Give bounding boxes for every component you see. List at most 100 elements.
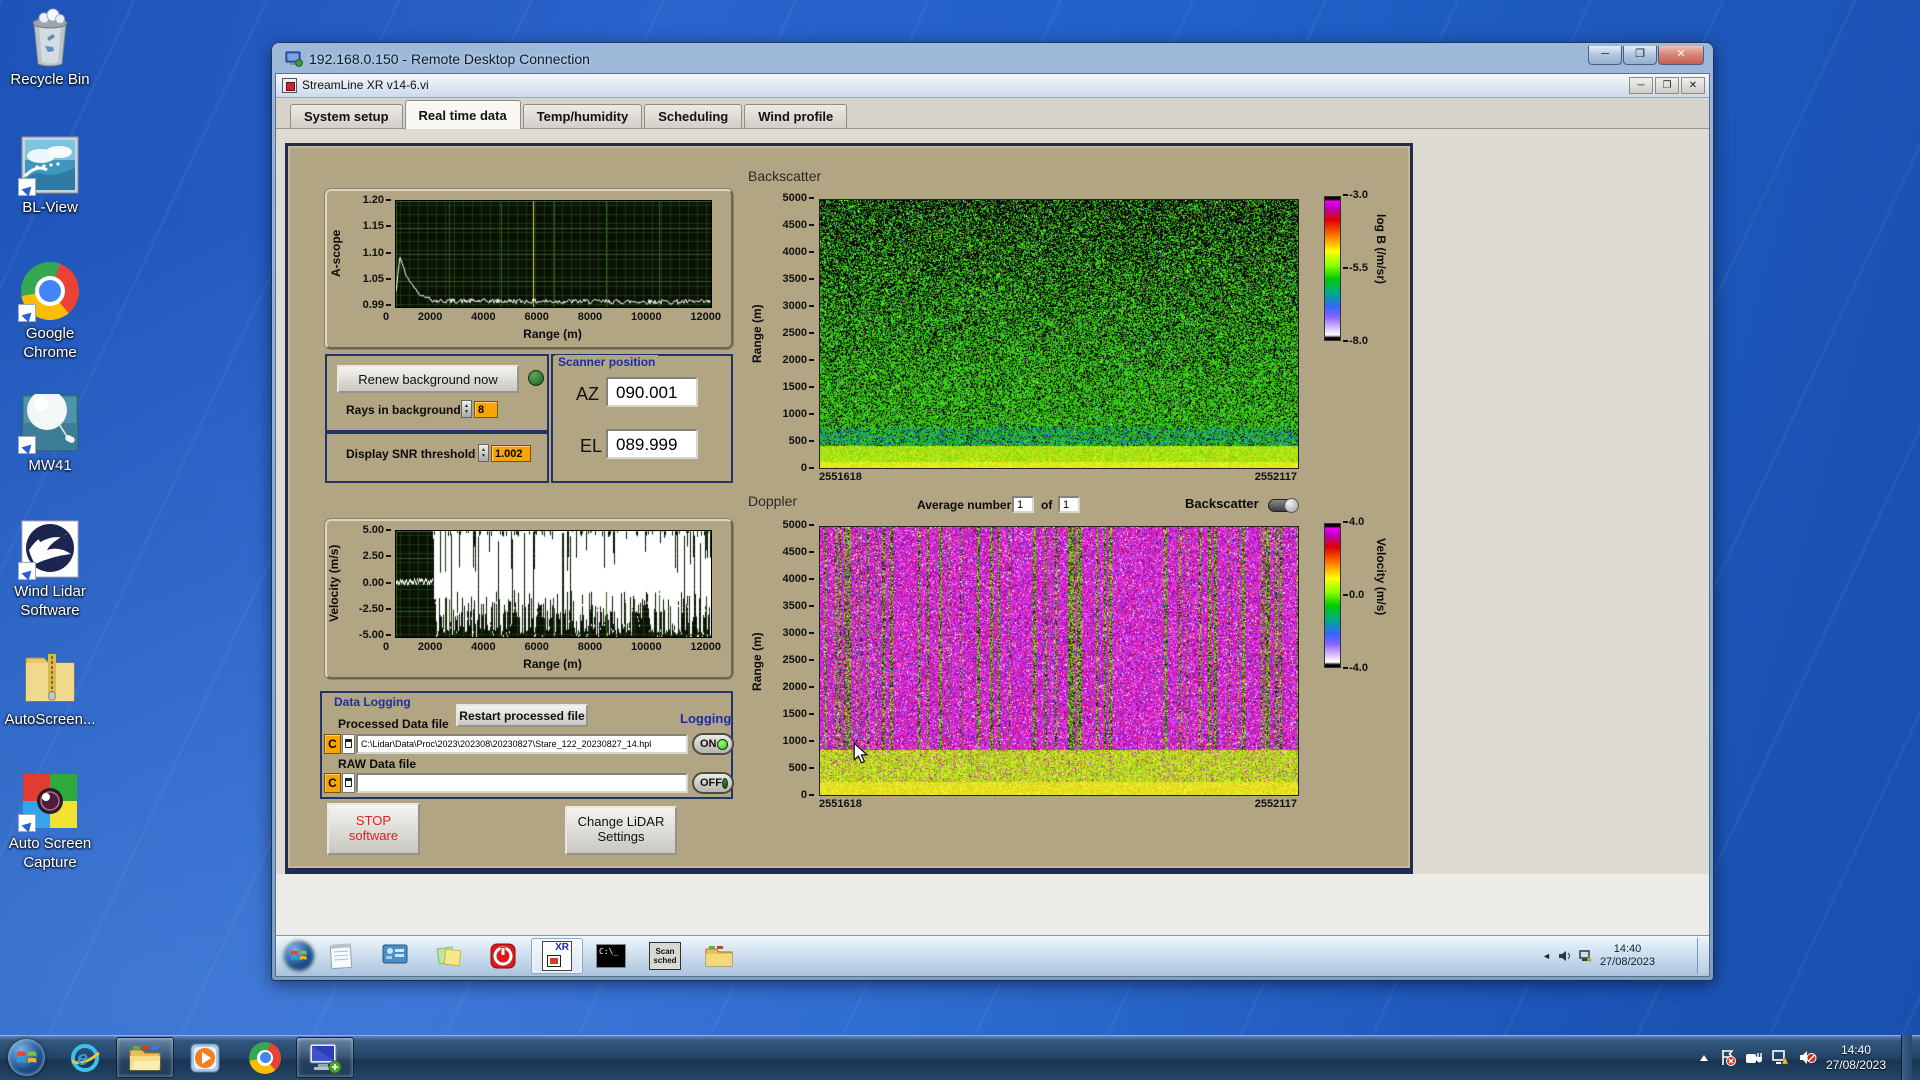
desktop-icon-label: MW41 <box>28 457 72 474</box>
desktop-icon-bl-view[interactable]: BL-View <box>0 136 100 217</box>
restart-processed-file-button[interactable]: Restart processed file <box>456 704 588 727</box>
snr-threshold-label: Display SNR threshold <box>346 447 476 461</box>
tab-system-setup[interactable]: System setup <box>290 104 403 128</box>
remote-session: StreamLine XR v14-6.vi ─ ❐ ✕ System setu… <box>275 73 1710 977</box>
session-taskbar-stop-app[interactable] <box>477 938 529 974</box>
session-taskbar-sticky-notes[interactable] <box>423 938 475 974</box>
desktop-icon-autoscreen-zip[interactable]: AutoScreen... <box>0 648 100 729</box>
desktop-icon-google-chrome[interactable]: Google Chrome <box>0 262 100 362</box>
snr-spinner[interactable]: ▲ ▼ <box>478 444 489 462</box>
raw-logging-off-button[interactable]: OFF <box>692 772 734 794</box>
processed-drive-button[interactable]: C <box>324 734 341 754</box>
tab-real-time-data[interactable]: Real time data <box>404 100 521 129</box>
session-show-desktop-button[interactable] <box>1697 938 1709 974</box>
tab-scheduling[interactable]: Scheduling <box>644 104 743 128</box>
volume-muted-icon[interactable] <box>1799 1050 1817 1066</box>
desktop-icon-recycle-bin[interactable]: Recycle Bin <box>0 8 100 89</box>
path-browse-icon[interactable] <box>342 773 355 793</box>
snr-threshold-value[interactable]: 1.002 <box>491 445 531 462</box>
taskbar-chrome[interactable] <box>236 1037 294 1078</box>
backscatter-title: Backscatter <box>748 168 822 184</box>
action-center-flag-icon[interactable] <box>1719 1049 1736 1066</box>
panel-lower-area <box>276 874 1709 935</box>
taskbar-media-player[interactable] <box>176 1037 234 1078</box>
session-tray-expand-icon[interactable]: ◄ <box>1542 951 1551 961</box>
el-value-field[interactable]: 089.999 <box>606 429 698 459</box>
backscatter-toggle[interactable] <box>1268 498 1299 513</box>
session-taskbar-cmd[interactable]: C:\_ <box>585 938 637 974</box>
desktop-icon-mw41[interactable]: MW41 <box>0 390 100 475</box>
tick-label: 0.0 <box>1343 590 1364 601</box>
average-number-field[interactable]: 1 <box>1012 496 1034 513</box>
change-lidar-settings-button[interactable]: Change LiDAR Settings <box>565 806 677 855</box>
power-battery-icon[interactable] <box>1745 1050 1763 1066</box>
tick-label: 1000 <box>783 409 814 420</box>
zip-folder-icon <box>18 648 82 708</box>
start-button[interactable] <box>8 1039 45 1076</box>
recycle-bin-icon <box>18 8 82 68</box>
tick-label: -3.0 <box>1343 190 1368 201</box>
session-taskbar-scan-scheduler[interactable]: Scan sched <box>639 938 691 974</box>
app-restore-button[interactable]: ❐ <box>1655 77 1679 94</box>
stop-software-button[interactable]: STOP software <box>327 803 420 855</box>
maximize-button[interactable]: ❐ <box>1623 46 1657 65</box>
session-start-button[interactable] <box>284 941 314 971</box>
tab-temp-humidity[interactable]: Temp/humidity <box>522 104 643 128</box>
of-label: of <box>1041 498 1053 512</box>
taskbar-remote-desktop[interactable] <box>296 1037 354 1078</box>
power-stop-icon <box>490 943 516 969</box>
app-minimize-button[interactable]: ─ <box>1629 77 1653 94</box>
session-network-icon[interactable] <box>1579 950 1593 962</box>
session-volume-icon[interactable] <box>1558 950 1572 962</box>
session-taskbar-streamline-xr[interactable]: XR <box>531 938 583 974</box>
rdp-titlebar[interactable]: 192.168.0.150 - Remote Desktop Connectio… <box>275 46 1710 73</box>
doppler-heatmap-canvas[interactable] <box>819 526 1299 796</box>
session-taskbar-notepad[interactable] <box>315 938 367 974</box>
raw-drive-button[interactable]: C <box>324 773 341 793</box>
tick-label: 12000 <box>690 641 721 653</box>
show-desktop-button[interactable] <box>1901 1035 1912 1080</box>
tick-label: 0 <box>383 641 390 653</box>
tick-label: 5.00 <box>363 525 391 536</box>
processed-logging-on-button[interactable]: ON <box>692 733 734 755</box>
processed-path-field[interactable]: C:\Lidar\Data\Proc\2023\202308\20230827\… <box>356 734 688 754</box>
shortcut-arrow-icon <box>18 814 36 832</box>
taskbar-internet-explorer[interactable]: e <box>56 1037 114 1078</box>
minimize-button[interactable]: ─ <box>1588 46 1622 65</box>
velocity-plot-canvas[interactable] <box>395 530 712 638</box>
rdp-app-icon <box>285 51 303 67</box>
rays-value[interactable]: 8 <box>474 401 498 418</box>
taskbar-clock[interactable]: 14:40 27/08/2023 <box>1826 1043 1886 1073</box>
session-clock[interactable]: 14:40 27/08/2023 <box>1600 943 1655 969</box>
renew-background-button[interactable]: Renew background now <box>337 365 519 393</box>
desktop-icon-auto-screen-capture[interactable]: Auto Screen Capture <box>0 772 100 872</box>
tab-wind-profile[interactable]: Wind profile <box>744 104 848 128</box>
on-led-icon <box>717 738 728 750</box>
taskbar-windows-explorer[interactable] <box>116 1037 174 1078</box>
tick-label: 2552117 <box>1254 471 1297 483</box>
app-window-title: StreamLine XR v14-6.vi <box>302 78 429 92</box>
close-icon: ✕ <box>1676 48 1686 60</box>
doppler-colorbar <box>1324 523 1341 668</box>
session-taskbar-explorer[interactable] <box>693 938 745 974</box>
raw-path-field[interactable] <box>356 773 688 793</box>
rdp-window-title: 192.168.0.150 - Remote Desktop Connectio… <box>309 51 590 67</box>
windows-logo-icon <box>16 1051 37 1063</box>
desktop-icon-wind-lidar[interactable]: Wind Lidar Software <box>0 520 100 620</box>
app-close-button[interactable]: ✕ <box>1681 77 1705 94</box>
backscatter-heatmap-canvas[interactable] <box>819 199 1299 469</box>
tick-label: -2.50 <box>359 603 391 615</box>
ascope-plot-canvas[interactable] <box>395 200 712 308</box>
close-button[interactable]: ✕ <box>1658 46 1704 65</box>
tick-label: 1.15 <box>363 221 391 232</box>
average-total-field[interactable]: 1 <box>1058 496 1080 513</box>
app-titlebar[interactable]: StreamLine XR v14-6.vi ─ ❐ ✕ <box>276 74 1709 98</box>
az-value-field[interactable]: 090.001 <box>606 377 698 407</box>
tick-label: 0 <box>383 311 390 323</box>
tick-label: 2000 <box>417 641 443 653</box>
session-taskbar-control-panel[interactable] <box>369 938 421 974</box>
tray-expand-icon[interactable] <box>1698 1053 1710 1063</box>
rays-spinner[interactable]: ▲ ▼ <box>461 400 472 418</box>
path-browse-icon[interactable] <box>342 734 355 754</box>
network-status-icon[interactable] <box>1772 1049 1790 1066</box>
